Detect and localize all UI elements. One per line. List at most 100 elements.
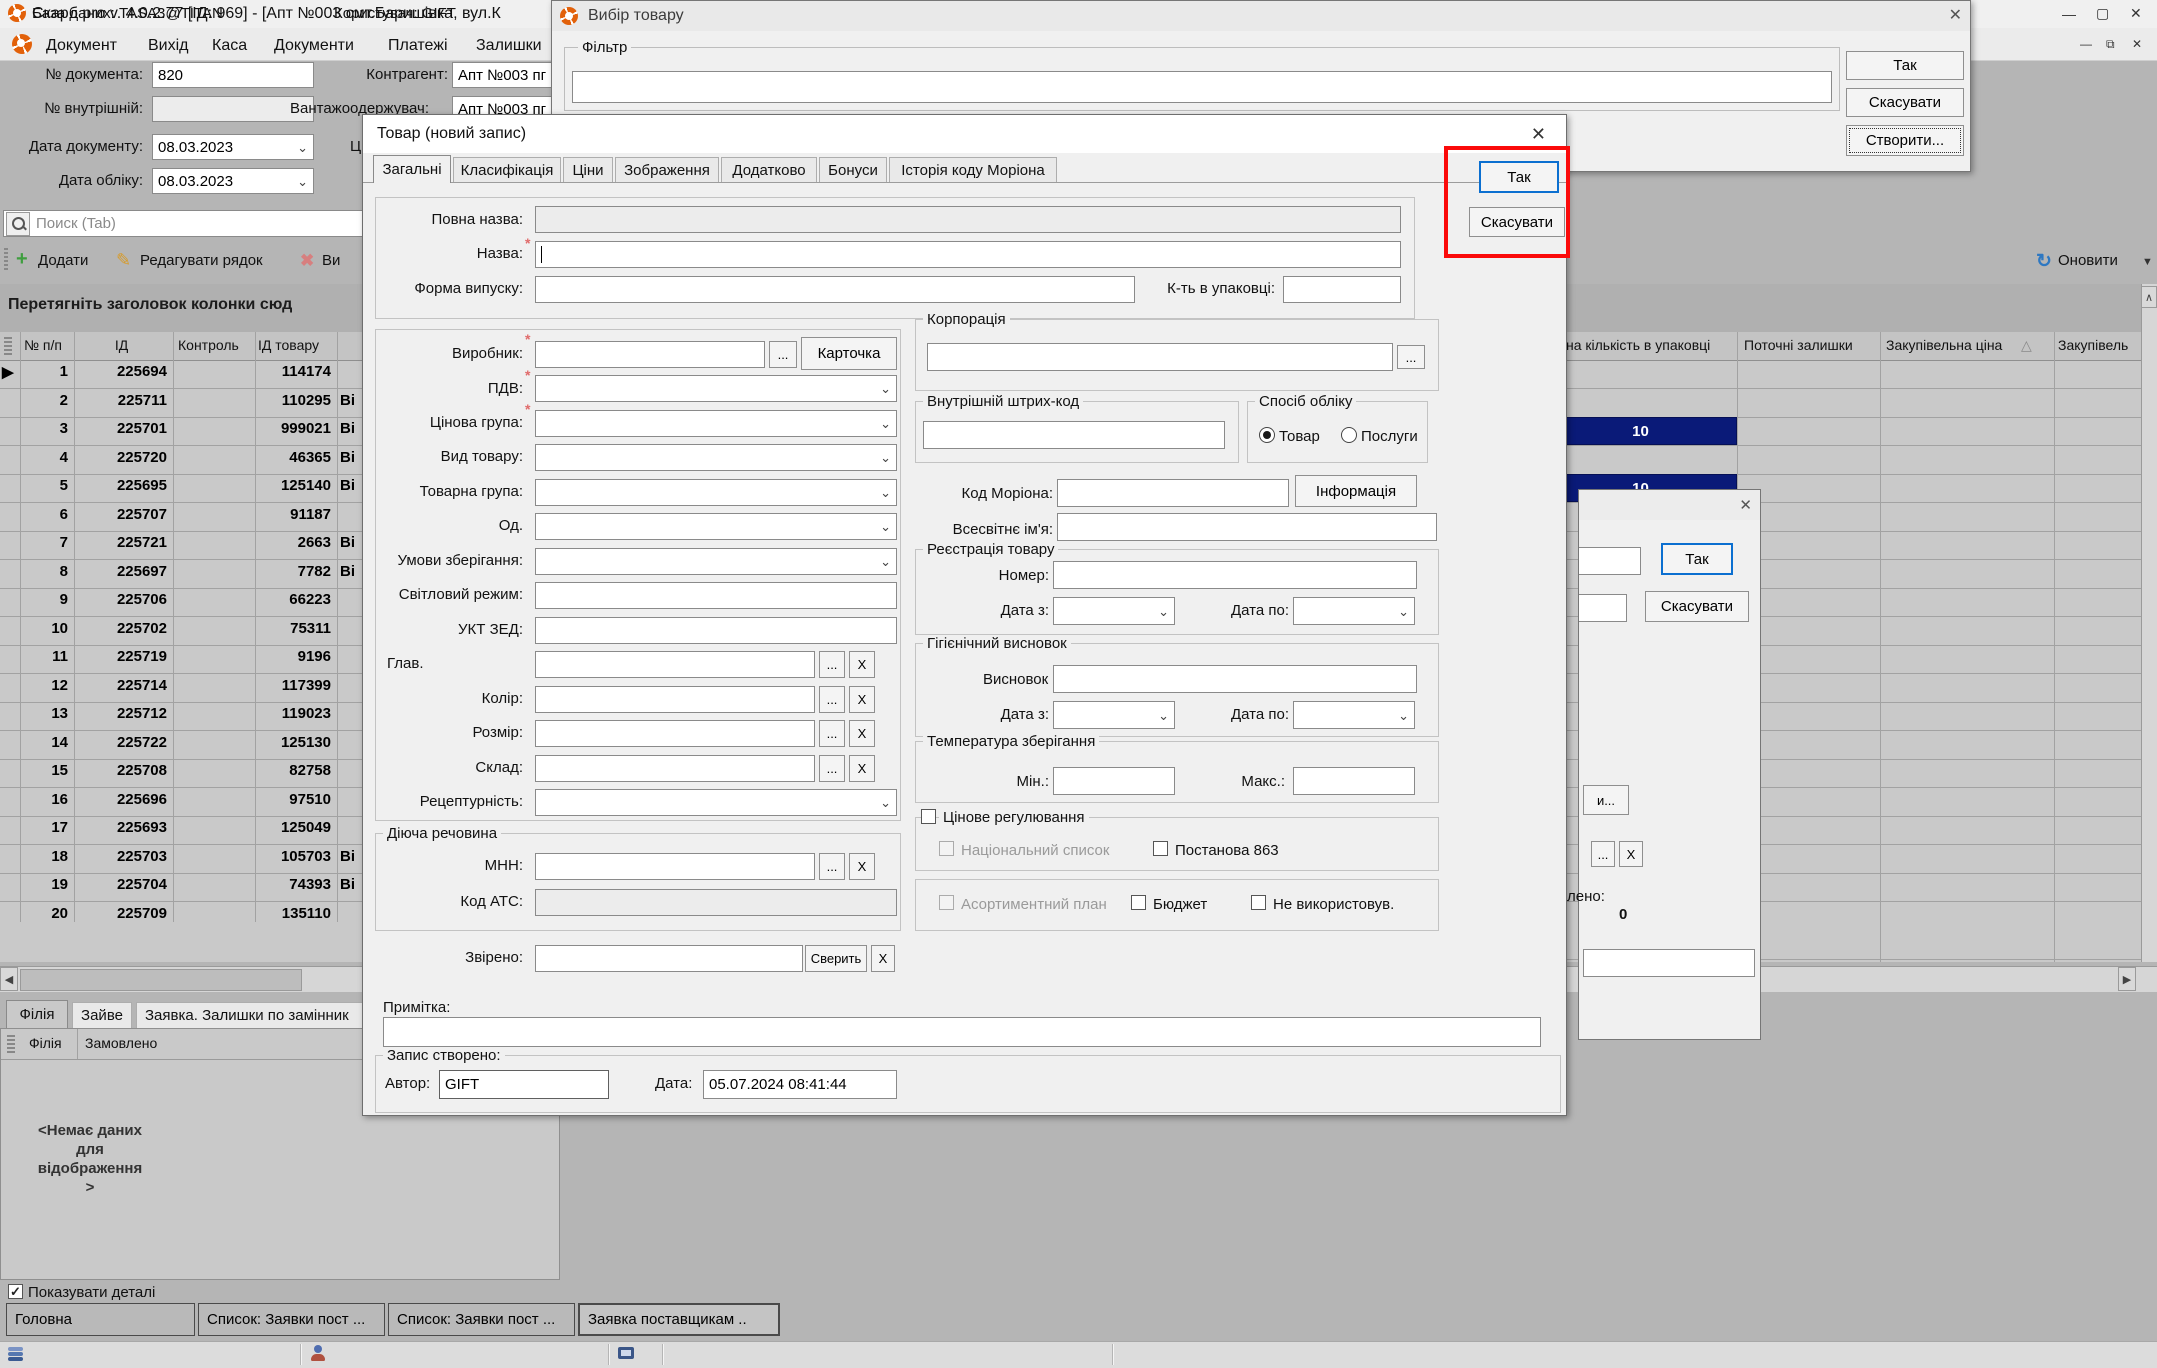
- corporation-browse-button[interactable]: ...: [1397, 345, 1425, 369]
- glav-input[interactable]: [535, 651, 815, 678]
- tab-istoria-morion[interactable]: Історія коду Моріона: [889, 157, 1057, 183]
- size-browse-button[interactable]: ...: [819, 720, 845, 747]
- menu-document[interactable]: Документ: [46, 37, 117, 55]
- conclusion-input[interactable]: [1053, 665, 1417, 693]
- tab-klasyfikacia[interactable]: Класифікація: [453, 157, 561, 183]
- created-date-input[interactable]: 05.07.2024 08:41:44: [703, 1070, 897, 1099]
- refresh-button[interactable]: Оновити: [2058, 252, 2118, 269]
- panel-grip-icon[interactable]: [7, 1035, 15, 1053]
- light-mode-input[interactable]: [535, 582, 897, 609]
- product-ok-button[interactable]: Так: [1479, 161, 1559, 193]
- doc-date-input[interactable]: 08.03.2023⌄: [152, 134, 314, 160]
- window-tab-list2[interactable]: Список: Заявки пост ...: [388, 1303, 575, 1336]
- product-dialog-close-icon[interactable]: ✕: [1531, 125, 1546, 143]
- corporation-input[interactable]: [927, 343, 1393, 371]
- side-bottom-field[interactable]: [1583, 949, 1755, 977]
- product-cancel-button[interactable]: Скасувати: [1469, 207, 1565, 237]
- select-dialog-close-icon[interactable]: ✕: [1949, 8, 1962, 24]
- national-list-checkbox[interactable]: [939, 841, 954, 856]
- col-header-purchase-price[interactable]: Закупівельна ціна: [1886, 337, 2016, 353]
- verified-clear-button[interactable]: X: [871, 945, 895, 972]
- col-header-branch[interactable]: Філія: [29, 1035, 62, 1051]
- refresh-dropdown-icon[interactable]: ▼: [2142, 256, 2153, 268]
- side-cancel-button[interactable]: Скасувати: [1645, 591, 1749, 622]
- vertical-scrollbar[interactable]: [2141, 284, 2157, 962]
- info-button[interactable]: Інформація: [1295, 475, 1417, 507]
- color-clear-button[interactable]: X: [849, 686, 875, 713]
- warehouse-browse-button[interactable]: ...: [819, 755, 845, 782]
- tab-dodatkovo[interactable]: Додатково: [721, 157, 817, 183]
- side-dialog-close-icon[interactable]: ✕: [1739, 498, 1752, 513]
- menu-stock[interactable]: Залишки: [476, 37, 542, 55]
- col-header-id[interactable]: ІД: [74, 337, 169, 353]
- mnn-input[interactable]: [535, 853, 815, 880]
- hyg-date-from-select[interactable]: ⌄: [1053, 701, 1175, 729]
- side-fragment-button[interactable]: и...: [1583, 785, 1629, 815]
- acc-date-input[interactable]: 08.03.2023⌄: [152, 168, 314, 194]
- window-tab-holovna[interactable]: Головна: [6, 1303, 195, 1336]
- filter-input[interactable]: [572, 71, 1832, 103]
- menu-exit[interactable]: Вихід: [148, 37, 189, 55]
- release-form-input[interactable]: [535, 276, 1135, 303]
- storage-select[interactable]: ⌄: [535, 548, 897, 575]
- reg-date-to-select[interactable]: ⌄: [1293, 597, 1415, 625]
- mdi-minimize-button[interactable]: —: [2080, 38, 2092, 50]
- author-input[interactable]: GIFT: [439, 1070, 609, 1099]
- glav-browse-button[interactable]: ...: [819, 651, 845, 678]
- select-cancel-button[interactable]: Скасувати: [1846, 88, 1964, 117]
- search-input[interactable]: Поиск (Tab): [3, 210, 375, 237]
- col-header-ordered[interactable]: Замовлено: [85, 1035, 157, 1051]
- verified-input[interactable]: [535, 945, 803, 972]
- cell-pack-qty-highlighted[interactable]: 10: [1544, 417, 1737, 445]
- product-kind-select[interactable]: ⌄: [535, 444, 897, 471]
- delete-row-button[interactable]: Ви: [322, 252, 340, 269]
- note-input[interactable]: [383, 1017, 1541, 1047]
- tab-zobrazhennya[interactable]: Зображення: [615, 157, 719, 183]
- chevron-down-icon[interactable]: ⌄: [297, 141, 308, 154]
- size-clear-button[interactable]: X: [849, 720, 875, 747]
- col-header-pack-qty[interactable]: на кількість в упаковці: [1566, 337, 1732, 353]
- window-tab-zayavka[interactable]: Заявка поставщикам ..: [578, 1303, 780, 1336]
- show-details-checkbox[interactable]: ✓: [8, 1284, 23, 1299]
- close-button[interactable]: ✕: [2130, 6, 2142, 20]
- hyg-date-to-select[interactable]: ⌄: [1293, 701, 1415, 729]
- edit-row-button[interactable]: Редагувати рядок: [140, 252, 263, 269]
- price-group-select[interactable]: ⌄: [535, 410, 897, 437]
- card-button[interactable]: Карточка: [801, 337, 897, 370]
- color-browse-button[interactable]: ...: [819, 686, 845, 713]
- verify-button[interactable]: Сверить: [805, 945, 867, 972]
- reg-date-from-select[interactable]: ⌄: [1053, 597, 1175, 625]
- morion-input[interactable]: [1057, 479, 1289, 507]
- decree-863-checkbox[interactable]: [1153, 841, 1168, 856]
- side-ellipsis-button[interactable]: ...: [1591, 841, 1615, 867]
- assortment-plan-checkbox[interactable]: [939, 895, 954, 910]
- menu-documents[interactable]: Документи: [274, 37, 354, 55]
- tab-zagalni[interactable]: Загальні: [373, 155, 451, 183]
- scroll-right-button[interactable]: ▶: [2118, 967, 2136, 991]
- grid-header-grip-icon[interactable]: [4, 337, 12, 355]
- price-regulation-checkbox[interactable]: [921, 809, 936, 824]
- col-header-purchase2[interactable]: Закупівель: [2058, 337, 2140, 353]
- window-tab-list1[interactable]: Список: Заявки пост ...: [198, 1303, 385, 1336]
- services-radio[interactable]: [1341, 427, 1357, 443]
- mnn-browse-button[interactable]: ...: [819, 853, 845, 880]
- minimize-button[interactable]: —: [2062, 7, 2076, 21]
- ukt-input[interactable]: [535, 617, 897, 644]
- vat-select[interactable]: ⌄: [535, 375, 897, 402]
- col-header-npp[interactable]: № п/п: [24, 337, 70, 353]
- menu-cash[interactable]: Каса: [212, 37, 247, 55]
- side-field-fragment-2[interactable]: [1579, 594, 1627, 622]
- chevron-down-icon[interactable]: ⌄: [297, 175, 308, 188]
- mdi-restore-button[interactable]: ⧉: [2106, 38, 2115, 50]
- col-header-item-id[interactable]: ІД товару: [258, 337, 334, 353]
- add-row-button[interactable]: Додати: [38, 252, 88, 269]
- scroll-up-button[interactable]: ∧: [2141, 286, 2157, 308]
- warehouse-input[interactable]: [535, 755, 815, 782]
- select-ok-button[interactable]: Так: [1846, 51, 1964, 80]
- unit-select[interactable]: ⌄: [535, 513, 897, 540]
- glav-clear-button[interactable]: X: [849, 651, 875, 678]
- manufacturer-input[interactable]: [535, 341, 765, 368]
- col-header-current-stock[interactable]: Поточні залишки: [1744, 337, 1876, 353]
- temp-min-input[interactable]: [1053, 767, 1175, 795]
- full-name-input[interactable]: [535, 206, 1401, 233]
